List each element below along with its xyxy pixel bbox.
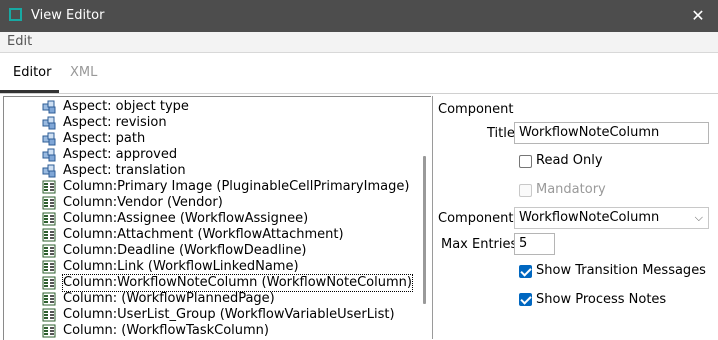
- aspect-icon: [42, 132, 57, 146]
- component-tree[interactable]: Aspect: object type Aspect: revision Aspec…: [3, 96, 431, 340]
- column-icon: [42, 180, 57, 194]
- column-icon: [42, 244, 57, 258]
- column-icon: [42, 308, 57, 322]
- view-editor-window: View Editor ✕ Edit Editor XML Aspect: ob…: [0, 0, 718, 340]
- title-field[interactable]: WorkflowNoteColumn: [514, 122, 709, 144]
- read-only-checkbox[interactable]: [519, 155, 532, 168]
- tree-item-label: Column: (WorkflowTaskColumn): [63, 323, 269, 338]
- component-select-value: WorkflowNoteColumn: [519, 210, 660, 225]
- column-icon: [42, 212, 57, 226]
- tree-item-label: Column:Vendor (Vendor): [63, 195, 223, 210]
- aspect-icon: [42, 148, 57, 162]
- tree-item-label: Aspect: object type: [63, 99, 189, 114]
- tree-item-label: Column:Assignee (WorkflowAssignee): [63, 211, 309, 226]
- component-select[interactable]: WorkflowNoteColumn ⌵: [514, 207, 709, 229]
- aspect-icon: [42, 164, 57, 178]
- properties-panel: Component Title WorkflowNoteColumn Read …: [433, 96, 718, 339]
- menu-edit[interactable]: Edit: [7, 34, 32, 49]
- show-transition-messages-label: Show Transition Messages: [536, 263, 706, 278]
- tree-item-label: Column:Primary Image (PluginableCellPrim…: [63, 179, 410, 194]
- tree-item-label: Aspect: translation: [63, 163, 186, 178]
- tree-item-label: Aspect: path: [63, 131, 146, 146]
- app-icon: [9, 8, 22, 21]
- mandatory-label: Mandatory: [536, 182, 606, 197]
- active-tab-indicator: [0, 90, 59, 93]
- component-label: Component: [438, 211, 514, 226]
- max-entries-field[interactable]: 5: [514, 233, 555, 255]
- column-icon: [42, 292, 57, 306]
- title-bar: View Editor ✕: [0, 0, 718, 32]
- chevron-down-icon: ⌵: [694, 211, 703, 224]
- aspect-icon: [42, 100, 57, 114]
- show-process-notes-label: Show Process Notes: [536, 292, 667, 307]
- tree-item-label: Column:UserList_Group (WorkflowVariableU…: [63, 307, 395, 322]
- tab-xml[interactable]: XML: [70, 62, 97, 84]
- tree-item-label: Column: (WorkflowPlannedPage): [63, 291, 275, 306]
- tree-item-label: Aspect: approved: [63, 147, 178, 162]
- tree-item-label: Column:Deadline (WorkflowDeadline): [63, 243, 307, 258]
- column-icon: [42, 324, 57, 338]
- read-only-label: Read Only: [536, 153, 603, 168]
- mandatory-checkbox[interactable]: [519, 184, 532, 197]
- tree-item-label: Column:WorkflowNoteColumn (WorkflowNoteC…: [62, 274, 413, 292]
- show-process-notes-checkbox[interactable]: [519, 293, 532, 306]
- component-section-label: Component: [438, 102, 514, 117]
- max-entries-label: Max Entries: [441, 237, 518, 252]
- aspect-icon: [42, 116, 57, 130]
- column-icon: [42, 228, 57, 242]
- column-icon: [42, 260, 57, 274]
- tree-item-label: Column:Link (WorkflowLinkedName): [63, 259, 299, 274]
- menu-bar: Edit: [0, 32, 718, 53]
- column-icon: [42, 196, 57, 210]
- column-icon: [42, 276, 57, 290]
- title-label: Title: [487, 126, 515, 141]
- tree-scrollbar[interactable]: [423, 156, 426, 304]
- tab-bar: Editor XML: [0, 53, 718, 94]
- window-title: View Editor: [31, 8, 105, 23]
- tab-editor[interactable]: Editor: [13, 62, 51, 84]
- show-transition-messages-checkbox[interactable]: [519, 265, 532, 278]
- tree-item-label: Column:Attachment (WorkflowAttachment): [63, 227, 344, 242]
- close-icon[interactable]: ✕: [686, 4, 710, 28]
- tree-item-label: Aspect: revision: [63, 115, 167, 130]
